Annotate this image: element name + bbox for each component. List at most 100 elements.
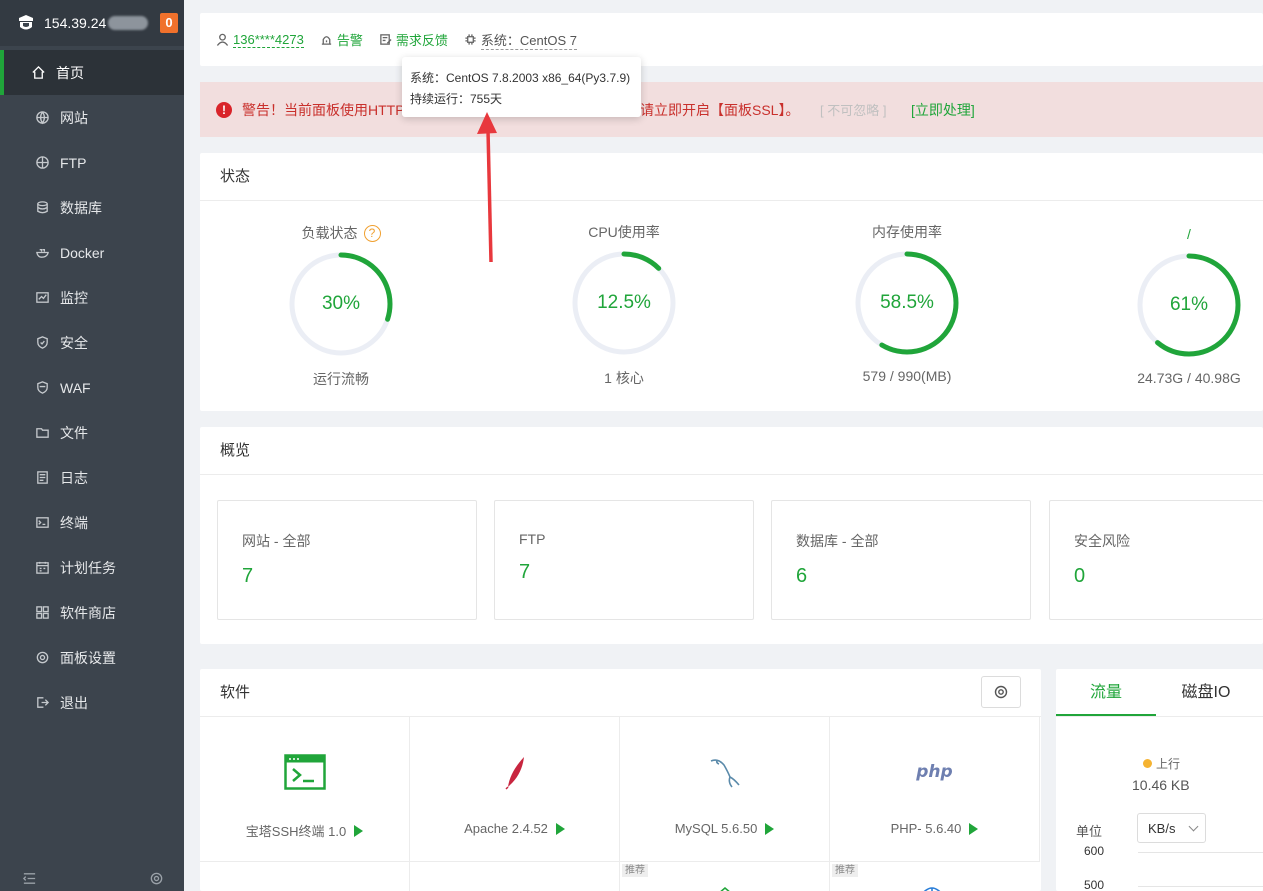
overview-box-security-risk[interactable]: 安全风险 0 [1049, 500, 1263, 620]
sidebar-header: 154.39.24 0 [0, 0, 184, 46]
waf-shield-icon [34, 380, 50, 396]
sidebar-item-website[interactable]: 网站 [0, 95, 184, 140]
overview-value[interactable]: 7 [519, 561, 753, 584]
sidebar-item-label: 监控 [60, 289, 88, 306]
sidebar-item-terminal[interactable]: 终端 [0, 500, 184, 545]
sidebar-footer [0, 865, 184, 891]
play-icon[interactable] [354, 824, 364, 837]
software-name: PHP- 5.6.40 [830, 821, 1039, 836]
alert-handle-link[interactable]: [立即处理] [911, 100, 975, 120]
sidebar-item-database[interactable]: 数据库 [0, 185, 184, 230]
software-item-row2[interactable] [200, 862, 410, 891]
tooltip-uptime-line: 持续运行：755天 [410, 92, 503, 106]
gear-icon[interactable] [149, 871, 164, 886]
help-icon[interactable]: ? [363, 224, 381, 242]
system-tooltip: 系统：CentOS 7.8.2003 x86_64(Py3.7.9) 持续运行：… [402, 57, 641, 117]
software-item-mysql[interactable]: MySQL 5.6.50 [620, 717, 830, 862]
alarm-link[interactable]: 告警 [320, 30, 363, 49]
status-panel: 状态 负载状态? 30% 运行流畅 CPU使用率 12.5% 1 核心 内存使用… [200, 153, 1263, 411]
overview-box-ftp[interactable]: FTP 7 [494, 500, 754, 620]
sidebar-item-settings[interactable]: 面板设置 [0, 635, 184, 680]
y-tick: 500 [1084, 878, 1105, 891]
gauge-value: 58.5% [880, 292, 934, 313]
notification-badge[interactable]: 0 [160, 13, 178, 33]
grid-line [1138, 886, 1263, 887]
tab-disk-io[interactable]: 磁盘IO [1156, 669, 1256, 716]
play-icon[interactable] [765, 822, 775, 835]
software-title: 软件 [200, 669, 1041, 717]
sidebar-item-store[interactable]: 软件商店 [0, 590, 184, 635]
software-item-row2[interactable] [410, 862, 620, 891]
traffic-legend[interactable]: 上行 [1143, 755, 1180, 772]
sidebar-item-docker[interactable]: Docker [0, 230, 184, 275]
feedback-label[interactable]: 需求反馈 [396, 30, 448, 49]
gauge-cpu[interactable]: CPU使用率 12.5% 1 核心 [524, 222, 724, 388]
alarm-icon [321, 36, 332, 45]
gauge-label: 负载状态? [241, 223, 441, 243]
user-account-link[interactable]: 136****4273 [233, 32, 304, 48]
sidebar-item-label: 日志 [60, 469, 88, 486]
software-item-php[interactable]: php PHP- 5.6.40 [830, 717, 1040, 862]
gear-icon [994, 685, 1008, 699]
software-name: MySQL 5.6.50 [620, 821, 829, 836]
user-icon [216, 33, 229, 46]
sidebar-item-logout[interactable]: 退出 [0, 680, 184, 725]
sidebar-item-security[interactable]: 安全 [0, 320, 184, 365]
gauge-ring: 58.5% [852, 248, 962, 358]
overview-value[interactable]: 0 [1074, 565, 1263, 588]
traffic-tabs: 流量 磁盘IO [1056, 669, 1263, 717]
gauge-disk[interactable]: / 61% 24.73G / 40.98G [1089, 224, 1263, 386]
sidebar-item-logs[interactable]: 日志 [0, 455, 184, 500]
ftp-globe-icon [34, 155, 50, 171]
system-label[interactable]: 系统：CentOS 7 [480, 30, 577, 50]
overview-value[interactable]: 6 [796, 565, 1030, 588]
gauge-value: 12.5% [597, 292, 651, 313]
sidebar-item-home[interactable]: 首页 [0, 50, 184, 95]
sidebar-item-cron[interactable]: 计划任务 [0, 545, 184, 590]
warning-icon: ! [216, 101, 232, 118]
play-icon[interactable] [555, 822, 565, 835]
tab-traffic[interactable]: 流量 [1056, 669, 1156, 716]
sidebar-menu: 首页 网站 FTP 数据库 Docker 监控 安全 WAF 文件 日志 终端 … [0, 50, 184, 725]
play-icon[interactable] [969, 822, 979, 835]
software-settings-button[interactable] [981, 676, 1021, 708]
legend-dot [1143, 759, 1152, 768]
system-info[interactable]: 系统：CentOS 7 [464, 30, 577, 50]
sidebar-item-ftp[interactable]: FTP [0, 140, 184, 185]
user-info[interactable]: 136****4273 [216, 32, 304, 48]
annotation-arrow [477, 112, 497, 263]
chip-icon [465, 34, 476, 45]
terminal-window-icon [200, 751, 409, 793]
overview-box-database[interactable]: 数据库 - 全部 6 [771, 500, 1031, 620]
sidebar-item-monitor[interactable]: 监控 [0, 275, 184, 320]
gauge-memory[interactable]: 内存使用率 58.5% 579 / 990(MB) [807, 222, 1007, 384]
software-item-apache[interactable]: Apache 2.4.52 [410, 717, 620, 862]
gauge-value: 61% [1169, 294, 1209, 315]
overview-value[interactable]: 7 [242, 565, 476, 588]
globe-icon [34, 110, 50, 126]
unit-label: 单位 [1076, 824, 1103, 839]
overview-panel: 概览 网站 - 全部 7 FTP 7 数据库 - 全部 6 安全风险 0 [200, 427, 1263, 644]
sidebar-item-label: WAF [60, 379, 91, 396]
feedback-link[interactable]: 需求反馈 [379, 30, 448, 49]
sidebar-item-waf[interactable]: WAF [0, 365, 184, 410]
gauge-ring: 12.5% [569, 248, 679, 358]
software-item-recommended[interactable]: 推荐 [620, 862, 830, 891]
gauge-sub: 1 核心 [604, 370, 644, 386]
software-item-ssh-terminal[interactable]: 宝塔SSH终端 1.0 [200, 717, 410, 862]
shield-icon [720, 886, 730, 891]
sidebar-item-files[interactable]: 文件 [0, 410, 184, 455]
gauge-load[interactable]: 负载状态? 30% 运行流畅 [241, 223, 441, 389]
gauge-ring: 61% [1134, 250, 1244, 360]
alert-text-right: 请立即开启【面板SSL】。 [640, 101, 800, 118]
overview-box-websites[interactable]: 网站 - 全部 7 [217, 500, 477, 620]
database-icon [34, 200, 50, 216]
alarm-label[interactable]: 告警 [337, 30, 363, 49]
traffic-panel: 流量 磁盘IO 上行 10.46 KB 单位 KB/s 600 500 [1056, 669, 1263, 891]
monitor-icon [34, 290, 50, 306]
unit-select[interactable]: KB/s [1137, 813, 1206, 843]
overview-label: FTP [519, 531, 546, 547]
collapse-menu-icon[interactable] [22, 871, 37, 886]
software-item-recommended[interactable]: 推荐 [830, 862, 1040, 891]
sidebar-item-label: 退出 [60, 694, 88, 711]
